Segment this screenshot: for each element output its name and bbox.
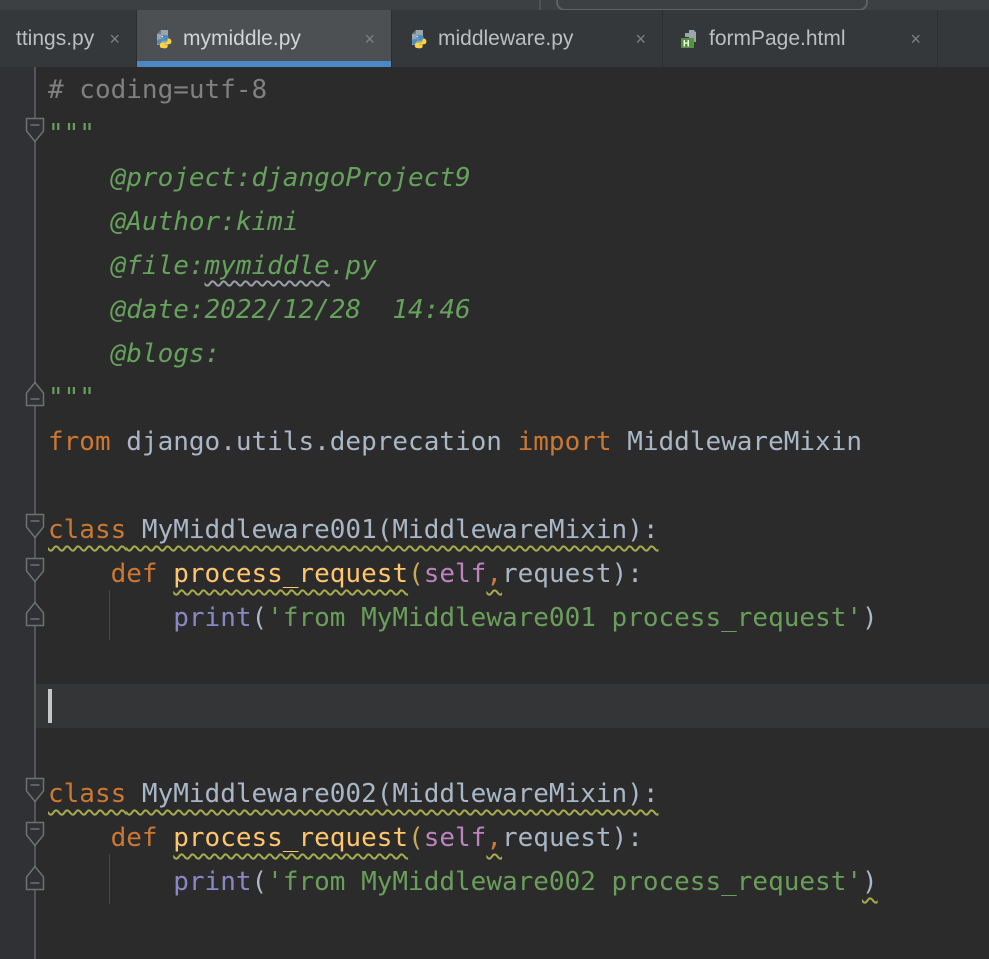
svg-text:H: H [683,38,690,48]
code-line[interactable] [0,728,989,772]
fold-start-icon[interactable] [25,777,45,803]
code-editor[interactable]: # coding=utf-8 """ @project:djangoProject… [0,67,989,959]
code-line[interactable]: def process_request(self,request): [0,552,989,596]
code-line[interactable]: def process_request(self,request): [0,816,989,860]
close-tab-icon[interactable]: × [109,30,120,48]
python-file-icon [153,29,173,49]
code-line[interactable]: # coding=utf-8 [0,68,989,112]
code-line[interactable]: """ [0,112,989,156]
code-line[interactable] [0,640,989,684]
html-file-icon: H [679,29,699,49]
code-line[interactable]: class MyMiddleware001(MiddlewareMixin): [0,508,989,552]
code-line[interactable] [0,464,989,508]
toolbar-divider [539,0,541,10]
tab-label: ttings.py [16,26,95,50]
code-line[interactable]: @project:djangoProject9 [0,156,989,200]
fold-start-icon[interactable] [25,821,45,847]
code-line[interactable]: @date:2022/12/28 14:46 [0,288,989,332]
python-file-icon [408,29,428,49]
fold-end-icon[interactable] [25,381,45,407]
code-line[interactable]: @file:mymiddle.py [0,244,989,288]
tab-label: middleware.py [438,26,574,50]
main-toolbar [0,0,989,10]
run-configuration-widget[interactable] [556,0,868,10]
fold-end-icon[interactable] [25,865,45,891]
tab-middleware-py[interactable]: middleware.py × [392,10,663,67]
code-line[interactable]: print('from MyMiddleware002 process_requ… [0,860,989,904]
tab-mymiddle-py[interactable]: mymiddle.py × [137,10,392,67]
code-line[interactable]: @blogs: [0,332,989,376]
code-line[interactable]: @Author:kimi [0,200,989,244]
code-line[interactable]: class MyMiddleware002(MiddlewareMixin): [0,772,989,816]
editor-tab-bar: ttings.py × mymiddle.py × middleware.py … [0,10,989,67]
close-tab-icon[interactable]: × [635,30,646,48]
tab-formpage-html[interactable]: H formPage.html × [663,10,938,67]
fold-start-icon[interactable] [25,513,45,539]
code-line[interactable] [0,904,989,948]
code-lines: # coding=utf-8 """ @project:djangoProject… [0,68,989,948]
text-caret [48,689,52,723]
tab-settings-py[interactable]: ttings.py × [0,10,137,67]
close-tab-icon[interactable]: × [910,30,921,48]
tab-label: formPage.html [709,26,846,50]
fold-end-icon[interactable] [25,601,45,627]
fold-start-icon[interactable] [25,117,45,143]
code-line[interactable]: from django.utils.deprecation import Mid… [0,420,989,464]
code-line[interactable]: print('from MyMiddleware001 process_requ… [0,596,989,640]
fold-start-icon[interactable] [25,557,45,583]
tab-label: mymiddle.py [183,26,301,50]
pycharm-window: ttings.py × mymiddle.py × middleware.py … [0,0,989,959]
close-tab-icon[interactable]: × [364,30,375,48]
code-line[interactable]: """ [0,376,989,420]
code-line[interactable] [0,684,989,728]
